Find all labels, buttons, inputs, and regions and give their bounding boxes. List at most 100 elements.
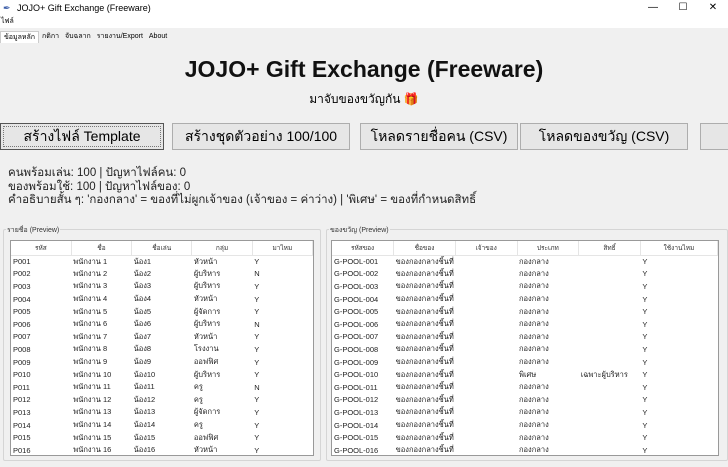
gifts-preview-label: ของขวัญ (Preview): [329, 225, 390, 236]
gift-status: ของพร้อมใช้: 100 | ปัญหาไฟล์ของ: 0: [8, 180, 191, 193]
table-row[interactable]: P003 พนักงาน 3 น้อง3 ผู้บริหาร Y: [11, 280, 313, 293]
table-row[interactable]: G-POOL-015 ของกองกลางชิ้นที่ 15 กองกลาง Y: [332, 431, 718, 444]
table-cell: [455, 343, 517, 356]
table-cell: Y: [642, 357, 648, 367]
status-info: คนพร้อมเล่น: 100 | ปัญหาไฟล์คน: 0 ของพร้…: [8, 167, 476, 208]
table-cell: น้อง9: [133, 357, 152, 367]
table-cell: น้อง6: [133, 319, 152, 329]
table-cell: น้อง5: [133, 306, 152, 316]
column-header[interactable]: รหัสของ: [332, 241, 395, 256]
people-table[interactable]: รหัส ชื่อ ชื่อเล่น กลุ่ม มาไหม P001 พนักงาน 1 น…: [10, 240, 314, 456]
table-row[interactable]: P008 พนักงาน 8 น้อง8 โรงงาน Y: [11, 343, 313, 356]
table-cell: ผู้บริหาร: [193, 268, 221, 278]
table-row[interactable]: P013 พนักงาน 13 น้อง13 ผู้จัดการ Y: [11, 406, 313, 419]
table-cell: ของกองกลางชิ้นที่ 7 (: [395, 331, 456, 341]
table-row[interactable]: G-POOL-005 ของกองกลางชิ้นที่ 5 (กองกลาง Y: [332, 305, 718, 318]
table-row[interactable]: G-POOL-011 ของกองกลางชิ้นที่ 11 กองกลาง Y: [332, 381, 718, 394]
table-row[interactable]: P006 พนักงาน 6 น้อง6 ผู้บริหาร N: [11, 318, 313, 331]
column-header[interactable]: ชื่อของ: [393, 241, 456, 256]
tab-rules[interactable]: กติกา: [39, 31, 62, 43]
table-row[interactable]: G-POOL-010 ของกองกลางชิ้นที่ 10 พิเศษ เฉพาะ…: [332, 368, 718, 381]
table-row[interactable]: G-POOL-012 ของกองกลางชิ้นที่ 12 กองกลาง Y: [332, 394, 718, 407]
column-header[interactable]: ประเภท: [517, 241, 580, 256]
table-row[interactable]: G-POOL-007 ของกองกลางชิ้นที่ 7 (กองกลาง Y: [332, 331, 718, 344]
maximize-button[interactable]: ☐: [668, 0, 698, 16]
table-cell: Y: [254, 332, 260, 342]
table-row[interactable]: G-POOL-003 ของกองกลางชิ้นที่ 3 (กองกลาง Y: [332, 280, 718, 293]
tab-about[interactable]: About: [146, 31, 170, 43]
table-row[interactable]: P004 พนักงาน 4 น้อง4 หัวหน้า Y: [11, 293, 313, 306]
table-row[interactable]: P005 พนักงาน 5 น้อง5 ผู้จัดการ Y: [11, 305, 313, 318]
table-row[interactable]: P002 พนักงาน 2 น้อง2 ผู้บริหาร N: [11, 268, 313, 281]
table-cell: G-POOL-001: [334, 257, 379, 267]
table-cell: กองกลาง: [519, 306, 549, 316]
table-row[interactable]: P010 พนักงาน 10 น้อง10 ผู้บริหาร Y: [11, 368, 313, 381]
column-header[interactable]: สิทธิ์: [578, 241, 641, 256]
table-cell: G-POOL-013: [334, 407, 379, 417]
table-cell: กองกลาง: [519, 319, 549, 329]
table-row[interactable]: P015 พนักงาน 15 น้อง15 ออฟฟิศ Y: [11, 431, 313, 444]
table-row[interactable]: G-POOL-014 ของกองกลางชิ้นที่ 14 กองกลาง Y: [332, 419, 718, 432]
table-cell: [579, 394, 641, 407]
table-cell: ของกองกลางชิ้นที่ 10: [395, 369, 456, 379]
table-cell: [579, 406, 641, 419]
load-gifts-csv-button[interactable]: โหลดของขวัญ (CSV): [520, 123, 688, 150]
table-row[interactable]: G-POOL-004 ของกองกลางชิ้นที่ 4 (กองกลาง Y: [332, 293, 718, 306]
table-row[interactable]: P011 พนักงาน 11 น้อง11 ครู N: [11, 381, 313, 394]
close-button[interactable]: ✕: [698, 0, 728, 16]
create-sample-button[interactable]: สร้างชุดตัวอย่าง 100/100: [172, 123, 350, 150]
table-cell: ของกองกลางชิ้นที่ 13: [395, 407, 456, 417]
table-cell: พนักงาน 1: [73, 256, 108, 266]
window-title: JOJO+ Gift Exchange (Freeware): [17, 3, 151, 13]
table-cell: Y: [254, 433, 260, 443]
column-header[interactable]: มาไหม: [252, 241, 313, 256]
table-row[interactable]: P014 พนักงาน 14 น้อง14 ครู Y: [11, 419, 313, 432]
table-row[interactable]: P009 พนักงาน 9 น้อง9 ออฟฟิศ Y: [11, 356, 313, 369]
column-header[interactable]: ชื่อ: [71, 241, 133, 256]
table-row[interactable]: P001 พนักงาน 1 น้อง1 หัวหน้า Y: [11, 255, 313, 268]
column-header[interactable]: ใช้งานไหม: [640, 241, 718, 256]
load-people-csv-button[interactable]: โหลดรายชื่อคน (CSV): [360, 123, 518, 150]
table-cell: N: [254, 269, 260, 279]
table-cell: [455, 305, 517, 318]
table-cell: P001: [13, 257, 31, 267]
column-header[interactable]: กลุ่ม: [191, 241, 253, 256]
tab-draw[interactable]: จับฉลาก: [62, 31, 94, 43]
table-row[interactable]: G-POOL-013 ของกองกลางชิ้นที่ 13 กองกลาง Y: [332, 406, 718, 419]
gifts-table[interactable]: รหัสของ ชื่อของ เจ้าของ ประเภท สิทธิ์ ใช้งานไ…: [331, 240, 719, 456]
column-header[interactable]: ชื่อเล่น: [131, 241, 193, 256]
more-button[interactable]: [700, 123, 728, 150]
menu-bar: ไฟล์: [0, 16, 728, 28]
table-cell: ผู้จัดการ: [193, 407, 221, 417]
table-cell: พนักงาน 6: [73, 319, 108, 329]
table-cell: ออฟฟิศ: [193, 432, 219, 442]
table-cell: Y: [642, 395, 648, 405]
table-cell: [455, 331, 517, 344]
table-row[interactable]: P016 พนักงาน 16 น้อง16 หัวหน้า Y: [11, 444, 313, 455]
column-header[interactable]: เจ้าของ: [455, 241, 518, 256]
column-header[interactable]: รหัส: [11, 241, 72, 256]
table-row[interactable]: G-POOL-001 ของกองกลางชิ้นที่ 1 (กองกลาง Y: [332, 255, 718, 268]
table-cell: พนักงาน 10: [73, 369, 112, 379]
table-cell: P002: [13, 269, 31, 279]
tab-report-export[interactable]: รายงาน/Export: [94, 31, 146, 43]
menu-file[interactable]: ไฟล์: [1, 18, 14, 25]
table-cell: [579, 318, 641, 331]
tab-main-data[interactable]: ข้อมูลหลัก: [0, 31, 40, 43]
table-cell: N: [254, 319, 260, 329]
table-cell: Y: [642, 319, 648, 329]
table-row[interactable]: G-POOL-016 ของกองกลางชิ้นที่ 16 กองกลาง Y: [332, 444, 718, 455]
table-row[interactable]: P007 พนักงาน 7 น้อง7 หัวหน้า Y: [11, 331, 313, 344]
table-row[interactable]: G-POOL-006 ของกองกลางชิ้นที่ 6 (กองกลาง Y: [332, 318, 718, 331]
table-cell: พนักงาน 8: [73, 344, 108, 354]
table-cell: P008: [13, 344, 31, 354]
table-row[interactable]: P012 พนักงาน 12 น้อง12 ครู Y: [11, 394, 313, 407]
table-row[interactable]: G-POOL-009 ของกองกลางชิ้นที่ 9 (กองกลาง Y: [332, 356, 718, 369]
table-cell: Y: [642, 370, 648, 380]
create-template-button[interactable]: สร้างไฟล์ Template: [0, 123, 164, 150]
minimize-button[interactable]: —: [638, 0, 668, 16]
table-row[interactable]: G-POOL-008 ของกองกลางชิ้นที่ 8 (กองกลาง Y: [332, 343, 718, 356]
table-cell: G-POOL-010: [334, 370, 379, 380]
table-row[interactable]: G-POOL-002 ของกองกลางชิ้นที่ 2 (กองกลาง Y: [332, 268, 718, 281]
table-cell: [579, 444, 641, 455]
